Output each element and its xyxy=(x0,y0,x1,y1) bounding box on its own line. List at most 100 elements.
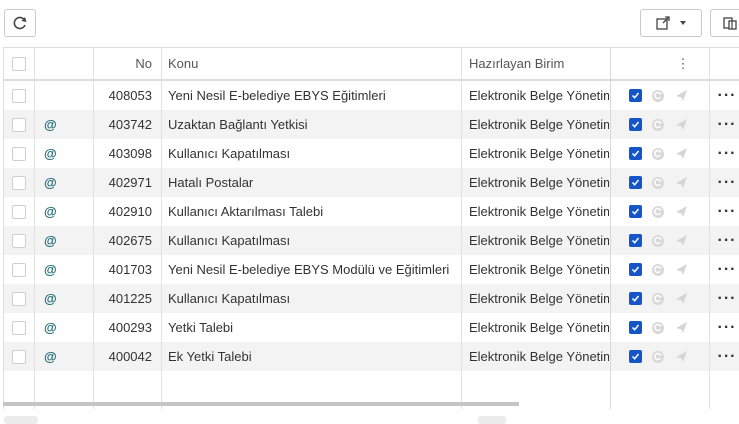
row-status-icons xyxy=(629,110,709,139)
checked-checkbox-icon[interactable] xyxy=(629,205,642,218)
row-checkbox-cell xyxy=(12,255,32,284)
send-icon[interactable] xyxy=(674,349,689,364)
row-status-icons xyxy=(629,313,709,342)
header-subject[interactable]: Konu xyxy=(168,48,460,79)
row-more-menu[interactable]: ··· xyxy=(717,255,737,284)
row-checkbox-cell xyxy=(12,110,32,139)
row-checkbox[interactable] xyxy=(12,117,26,132)
table-row[interactable]: @ 403098 Kullanıcı Kapatılması Elektroni… xyxy=(4,139,739,168)
checked-checkbox-icon[interactable] xyxy=(629,118,642,131)
header-unit[interactable]: Hazırlayan Birim xyxy=(469,48,609,79)
redo-circle-icon[interactable] xyxy=(651,147,665,161)
row-checkbox[interactable] xyxy=(12,291,26,306)
row-more-menu[interactable]: ··· xyxy=(717,110,737,139)
row-checkbox[interactable] xyxy=(12,233,26,248)
row-more-menu[interactable]: ··· xyxy=(717,313,737,342)
table-row[interactable]: @ 400293 Yetki Talebi Elektronik Belge Y… xyxy=(4,313,739,342)
send-icon[interactable] xyxy=(674,204,689,219)
table-row[interactable]: @ 402910 Kullanıcı Aktarılması Talebi El… xyxy=(4,197,739,226)
row-subject[interactable]: Kullanıcı Kapatılması xyxy=(168,284,460,313)
checked-checkbox-icon[interactable] xyxy=(629,176,642,189)
row-more-menu[interactable]: ··· xyxy=(717,168,737,197)
row-unit: Elektronik Belge Yönetim Sistemi xyxy=(469,233,609,248)
row-status-icons xyxy=(629,284,709,313)
row-status-icons xyxy=(629,255,709,284)
redo-circle-icon[interactable] xyxy=(651,205,665,219)
row-subject[interactable]: Yetki Talebi xyxy=(168,313,460,342)
row-subject[interactable]: Kullanıcı Aktarılması Talebi xyxy=(168,197,460,226)
checked-checkbox-icon[interactable] xyxy=(629,89,642,102)
row-subject[interactable]: Kullanıcı Kapatılması xyxy=(168,226,460,255)
row-more-menu[interactable]: ··· xyxy=(717,226,737,255)
table-row[interactable]: @ 402675 Kullanıcı Kapatılması Elektroni… xyxy=(4,226,739,255)
row-checkbox-cell xyxy=(12,313,32,342)
redo-circle-icon[interactable] xyxy=(651,118,665,132)
row-status-icons xyxy=(629,81,709,110)
table-row[interactable]: @ 401225 Kullanıcı Kapatılması Elektroni… xyxy=(4,284,739,313)
redo-circle-icon[interactable] xyxy=(651,292,665,306)
select-all-cell xyxy=(12,48,32,79)
pager-left-handle[interactable] xyxy=(4,416,38,424)
redo-circle-icon[interactable] xyxy=(651,321,665,335)
redo-circle-icon[interactable] xyxy=(651,176,665,190)
row-subject[interactable]: Hatalı Postalar xyxy=(168,168,460,197)
row-more-menu[interactable]: ··· xyxy=(717,197,737,226)
redo-circle-icon[interactable] xyxy=(651,89,665,103)
row-checkbox[interactable] xyxy=(12,175,26,190)
row-subject[interactable]: Uzaktan Bağlantı Yetkisi xyxy=(168,110,460,139)
redo-circle-icon[interactable] xyxy=(651,263,665,277)
row-more-menu[interactable]: ··· xyxy=(717,139,737,168)
pager-right-handle[interactable] xyxy=(478,416,506,424)
row-subject[interactable]: Ek Yetki Talebi xyxy=(168,342,460,371)
checked-checkbox-icon[interactable] xyxy=(629,292,642,305)
send-icon[interactable] xyxy=(674,175,689,190)
row-subject[interactable]: Yeni Nesil E-belediye EBYS Eğitimleri xyxy=(168,81,460,110)
row-more-menu[interactable]: ··· xyxy=(717,342,737,371)
redo-circle-icon[interactable] xyxy=(651,350,665,364)
header-menu[interactable]: ⋮ xyxy=(676,48,690,79)
export-button[interactable] xyxy=(640,9,702,37)
table-row[interactable]: @ 401703 Yeni Nesil E-belediye EBYS Modü… xyxy=(4,255,739,284)
caret-down-icon xyxy=(680,21,686,25)
checked-checkbox-icon[interactable] xyxy=(629,321,642,334)
table-row[interactable]: 408053 Yeni Nesil E-belediye EBYS Eğitim… xyxy=(4,81,739,110)
send-icon[interactable] xyxy=(674,233,689,248)
checked-checkbox-icon[interactable] xyxy=(629,147,642,160)
refresh-button[interactable] xyxy=(4,9,36,37)
send-icon[interactable] xyxy=(674,88,689,103)
export-icon xyxy=(656,16,670,30)
columns-button[interactable] xyxy=(710,9,739,37)
table-row[interactable]: @ 402971 Hatalı Postalar Elektronik Belg… xyxy=(4,168,739,197)
checked-checkbox-icon[interactable] xyxy=(629,263,642,276)
at-mention-icon: @ xyxy=(44,262,57,277)
checked-checkbox-icon[interactable] xyxy=(629,350,642,363)
send-icon[interactable] xyxy=(674,320,689,335)
checked-checkbox-icon[interactable] xyxy=(629,234,642,247)
row-checkbox[interactable] xyxy=(12,349,26,364)
row-checkbox[interactable] xyxy=(12,262,26,277)
send-icon[interactable] xyxy=(674,146,689,161)
table-row[interactable]: @ 400042 Ek Yetki Talebi Elektronik Belg… xyxy=(4,342,739,371)
row-subject[interactable]: Kullanıcı Kapatılması xyxy=(168,139,460,168)
row-checkbox[interactable] xyxy=(12,320,26,335)
redo-circle-icon[interactable] xyxy=(651,234,665,248)
select-all-checkbox[interactable] xyxy=(12,56,26,71)
horizontal-scrollbar[interactable] xyxy=(3,402,519,406)
header-no[interactable]: No xyxy=(92,48,158,79)
row-status-icons xyxy=(629,342,709,371)
row-unit: Elektronik Belge Yönetim Sistemi xyxy=(469,117,609,132)
table-row[interactable]: @ 403742 Uzaktan Bağlantı Yetkisi Elektr… xyxy=(4,110,739,139)
row-subject[interactable]: Yeni Nesil E-belediye EBYS Modülü ve Eği… xyxy=(168,255,460,284)
refresh-icon xyxy=(13,16,27,30)
row-checkbox[interactable] xyxy=(12,204,26,219)
row-checkbox[interactable] xyxy=(12,88,26,103)
row-checkbox[interactable] xyxy=(12,146,26,161)
row-more-menu[interactable]: ··· xyxy=(717,81,737,110)
row-no: 403098 xyxy=(108,146,152,161)
send-icon[interactable] xyxy=(674,262,689,277)
row-checkbox-cell xyxy=(12,197,32,226)
send-icon[interactable] xyxy=(674,291,689,306)
row-more-menu[interactable]: ··· xyxy=(717,284,737,313)
send-icon[interactable] xyxy=(674,117,689,132)
row-checkbox-cell xyxy=(12,284,32,313)
